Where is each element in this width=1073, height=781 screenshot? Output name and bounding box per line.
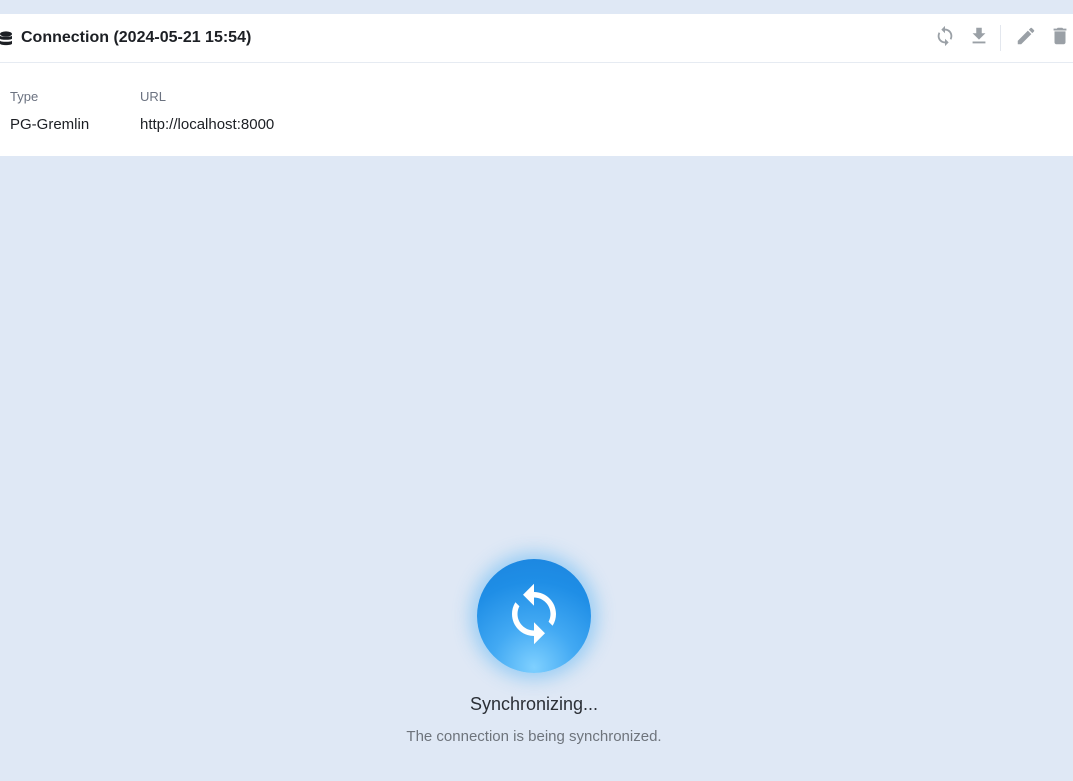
connection-details: Type PG-Gremlin URL http://localhost:800…	[0, 63, 1073, 156]
edit-button[interactable]	[1013, 25, 1039, 51]
download-button[interactable]	[966, 25, 992, 51]
type-label: Type	[10, 89, 39, 104]
trash-icon	[1049, 25, 1071, 52]
url-label: URL	[140, 89, 167, 104]
header-actions	[932, 24, 1073, 52]
connection-title: Connection (2024-05-21 15:54)	[21, 29, 252, 46]
pencil-icon	[1015, 25, 1037, 52]
url-value: http://localhost:8000	[140, 116, 275, 133]
connection-header: Connection (2024-05-21 15:54)	[0, 14, 1073, 63]
sync-button[interactable]	[932, 25, 958, 51]
sync-title: Synchronizing...	[469, 694, 599, 714]
sync-spinner	[477, 559, 591, 673]
sync-icon	[934, 25, 956, 52]
type-value: PG-Gremlin	[10, 116, 90, 133]
download-icon	[968, 25, 990, 52]
sync-message: The connection is being synchronized.	[406, 728, 662, 745]
action-divider	[1000, 25, 1001, 51]
database-icon	[0, 31, 12, 47]
delete-button[interactable]	[1047, 25, 1073, 51]
sync-status-panel: Synchronizing... The connection is being…	[0, 157, 1073, 781]
top-strip	[0, 0, 1073, 5]
sync-large-icon	[501, 581, 567, 652]
